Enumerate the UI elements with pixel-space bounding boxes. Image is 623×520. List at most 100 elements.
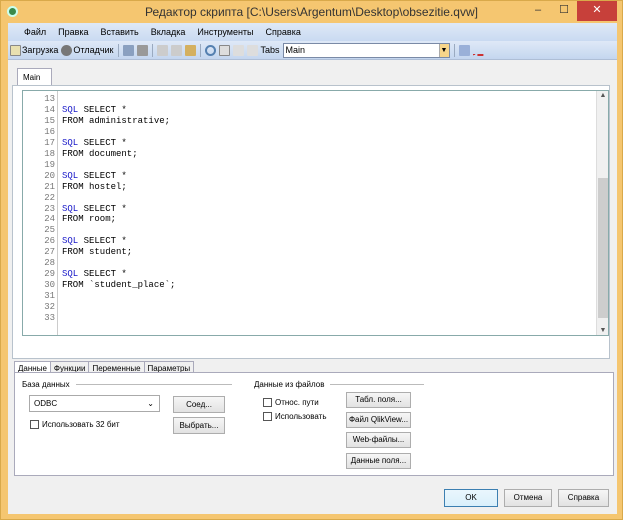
vertical-scrollbar[interactable]: ▲ ▼ xyxy=(596,91,608,335)
chevron-down-icon: ⌄ xyxy=(147,399,154,408)
line-number: 23 xyxy=(44,203,55,214)
code-text: FROM hostel; xyxy=(62,181,127,192)
code-line: SQL SELECT * xyxy=(62,204,127,215)
line-number: 16 xyxy=(44,126,55,137)
maximize-button[interactable]: ☐ xyxy=(551,1,577,21)
database-group: База данных xyxy=(22,380,232,389)
find-icon[interactable] xyxy=(204,44,216,56)
menu-insert[interactable]: Вставить xyxy=(95,27,145,37)
line-number: 15 xyxy=(44,115,55,126)
use-32bit-checkbox[interactable]: Использовать 32 бит xyxy=(30,420,120,429)
line-number: 18 xyxy=(44,148,55,159)
minimize-button[interactable]: – xyxy=(525,1,551,21)
paste-icon[interactable] xyxy=(184,44,196,56)
use-label: Использовать xyxy=(275,412,327,421)
scrollbar-thumb[interactable] xyxy=(598,178,608,318)
code-line: SQL SELECT * xyxy=(62,269,127,280)
load-button[interactable]: Загрузка xyxy=(10,44,59,56)
menu-help[interactable]: Справка xyxy=(260,27,307,37)
print-icon[interactable] xyxy=(136,44,148,56)
tab-select[interactable]: Main ▼ xyxy=(282,42,450,58)
code-line: SQL SELECT * xyxy=(62,105,127,116)
code-line: FROM hostel; xyxy=(62,182,127,193)
code-text: FROM administrative; xyxy=(62,115,171,126)
qlikview-file-button[interactable]: Файл QlikView... xyxy=(346,412,411,428)
table-viewer-icon[interactable] xyxy=(458,44,470,56)
cancel-button[interactable]: Отмена xyxy=(504,489,552,507)
code-text: SELECT * xyxy=(78,104,127,115)
separator xyxy=(117,43,119,57)
line-number: 30 xyxy=(44,280,55,291)
script-editor-window: Редактор скрипта [C:\Users\Argentum\Desk… xyxy=(0,0,623,520)
checkbox-box[interactable] xyxy=(263,398,272,407)
sql-keyword: SQL xyxy=(62,170,79,181)
line-number: 29 xyxy=(44,269,55,280)
line-number: 27 xyxy=(44,247,55,258)
move-tab-right-icon[interactable] xyxy=(246,44,258,56)
load-label: Загрузка xyxy=(22,45,59,55)
file-data-group: Данные из файлов xyxy=(254,380,424,389)
syntax-check-icon[interactable] xyxy=(472,45,484,56)
separator xyxy=(151,43,153,57)
line-number: 20 xyxy=(44,170,55,181)
tab-main[interactable]: Main xyxy=(17,68,52,85)
new-tab-icon[interactable] xyxy=(218,44,230,56)
script-editor[interactable]: ▲ ▼ 13 14 SQL SELECT * 15 FROM administrativ… xyxy=(22,90,609,336)
line-number: 14 xyxy=(44,104,55,115)
database-group-label: База данных xyxy=(22,380,70,389)
chevron-down-icon[interactable]: ▼ xyxy=(438,43,449,57)
menu-edit[interactable]: Правка xyxy=(52,27,94,37)
editor-container: ▲ ▼ 13 14 SQL SELECT * 15 FROM administrativ… xyxy=(12,85,610,359)
field-data-button[interactable]: Данные поля... xyxy=(346,453,411,469)
line-number: 25 xyxy=(44,225,55,236)
line-number: 32 xyxy=(44,302,55,313)
code-line: FROM document; xyxy=(62,149,138,160)
select-button[interactable]: Выбрать... xyxy=(173,417,225,434)
menu-file[interactable]: Файл xyxy=(18,27,52,37)
ok-button[interactable]: OK xyxy=(444,489,498,507)
code-text: FROM document; xyxy=(62,148,138,159)
web-files-button[interactable]: Web-файлы... xyxy=(346,432,411,448)
scroll-down-icon[interactable]: ▼ xyxy=(597,327,608,334)
menu-bar: Файл Правка Вставить Вкладка Инструменты… xyxy=(8,23,617,41)
sql-keyword: SQL xyxy=(62,236,79,247)
code-text: SELECT * xyxy=(78,269,127,280)
scroll-up-icon[interactable]: ▲ xyxy=(597,92,608,99)
debug-button[interactable]: Отладчик xyxy=(61,44,114,56)
separator xyxy=(199,43,201,57)
move-tab-left-icon[interactable] xyxy=(232,44,244,56)
relative-paths-checkbox[interactable]: Относ. пути xyxy=(263,398,319,407)
line-number: 33 xyxy=(44,313,55,323)
copy-icon[interactable] xyxy=(170,44,182,56)
code-text: FROM `student_place`; xyxy=(62,280,176,291)
menu-tools[interactable]: Инструменты xyxy=(191,27,259,37)
code-line: FROM student; xyxy=(62,247,132,258)
help-button[interactable]: Справка xyxy=(558,489,609,507)
code-text: SELECT * xyxy=(78,203,127,214)
reload-icon xyxy=(10,44,21,56)
use-checkbox[interactable]: Использовать xyxy=(263,412,326,421)
file-data-group-label: Данные из файлов xyxy=(254,380,325,389)
sql-keyword: SQL xyxy=(62,104,79,115)
connect-button[interactable]: Соед... xyxy=(173,396,225,413)
menu-tab[interactable]: Вкладка xyxy=(145,27,192,37)
debug-label: Отладчик xyxy=(73,45,114,55)
sql-keyword: SQL xyxy=(62,137,79,148)
cut-icon[interactable] xyxy=(156,44,168,56)
line-number: 19 xyxy=(44,159,55,170)
line-number: 17 xyxy=(44,137,55,148)
database-select-value: ODBC xyxy=(34,399,58,408)
toolbar: Загрузка Отладчик Tabs Main ▼ xyxy=(8,41,617,60)
checkbox-box[interactable] xyxy=(30,420,39,429)
code-line: FROM `student_place`; xyxy=(62,280,175,291)
code-line: FROM administrative; xyxy=(62,116,170,127)
table-files-button[interactable]: Табл. поля... xyxy=(346,392,411,408)
code-line: FROM room; xyxy=(62,214,116,225)
code-line: SQL SELECT * xyxy=(62,236,127,247)
close-button[interactable]: ✕ xyxy=(577,1,617,21)
tab-select-value: Main xyxy=(285,44,306,55)
save-icon[interactable] xyxy=(122,44,134,56)
checkbox-box[interactable] xyxy=(263,412,272,421)
line-number: 31 xyxy=(44,291,55,302)
database-select[interactable]: ODBC ⌄ xyxy=(29,395,160,412)
